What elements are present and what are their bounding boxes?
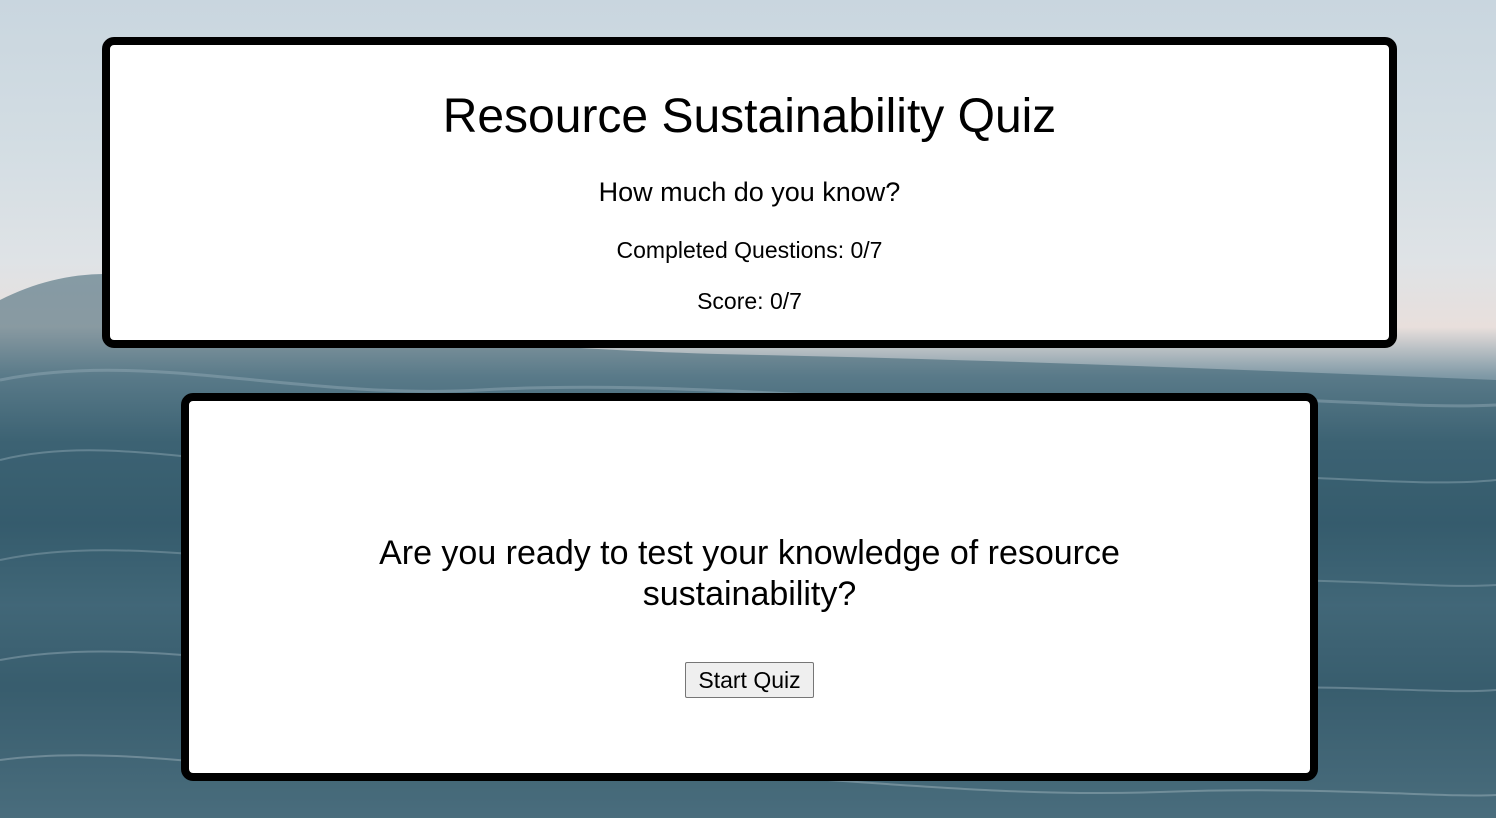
completed-questions-counter: Completed Questions: 0/7: [616, 237, 883, 263]
subtitle: How much do you know?: [598, 177, 901, 207]
score-counter: Score: 0/7: [697, 288, 802, 314]
quiz-start-prompt: Are you ready to test your knowledge of …: [379, 534, 1120, 613]
page-title: Resource Sustainability Quiz: [442, 90, 1057, 143]
start-quiz-button[interactable]: Start Quiz: [685, 662, 814, 698]
header-card: Resource Sustainability Quiz How much do…: [102, 37, 1397, 348]
quiz-start-card: Are you ready to test your knowledge of …: [181, 393, 1318, 781]
